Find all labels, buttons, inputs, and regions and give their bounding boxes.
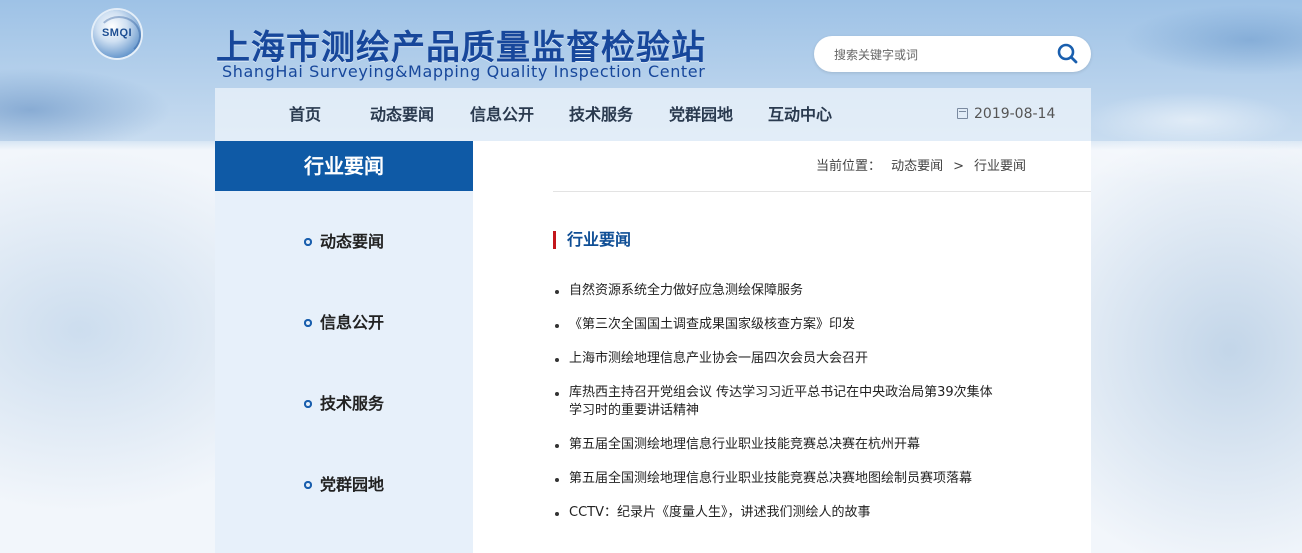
- sidebar-item-label: 党群园地: [320, 475, 385, 494]
- smqi-logo[interactable]: SMQI: [93, 10, 141, 58]
- news-item[interactable]: 《第三次全国国土调查成果国家级核查方案》印发: [555, 316, 995, 334]
- breadcrumb-separator: >: [953, 159, 964, 174]
- logo-text: SMQI: [101, 27, 133, 39]
- news-item[interactable]: 上海市测绘地理信息产业协会一届四次会员大会召开: [555, 350, 995, 368]
- news-item[interactable]: 第五届全国测绘地理信息行业职业技能竞赛总决赛在杭州开幕: [555, 436, 995, 454]
- main-content: 当前位置： 动态要闻 > 行业要闻 行业要闻 自然资源系统全力做好应急测绘保障服务 《…: [473, 141, 1091, 553]
- bullet-icon: [304, 400, 312, 408]
- sidebar-item-news[interactable]: 动态要闻: [215, 227, 473, 257]
- bullet-icon: [304, 238, 312, 246]
- search-input[interactable]: [832, 36, 1051, 74]
- bullet-icon: [304, 481, 312, 489]
- calendar-icon: [957, 108, 968, 119]
- search-box: [814, 36, 1091, 74]
- news-list: 自然资源系统全力做好应急测绘保障服务 《第三次全国国土调查成果国家级核查方案》印…: [555, 282, 995, 522]
- news-item[interactable]: CCTV：纪录片《度量人生》，讲述我们测绘人的故事: [555, 504, 995, 522]
- breadcrumb-link-news[interactable]: 动态要闻: [891, 159, 943, 174]
- search-button[interactable]: [1055, 42, 1081, 66]
- nav-item-info-disclosure[interactable]: 信息公开: [470, 88, 534, 141]
- news-item[interactable]: 自然资源系统全力做好应急测绘保障服务: [555, 282, 995, 300]
- date-text: 2019-08-14: [974, 106, 1056, 122]
- nav-item-party-garden[interactable]: 党群园地: [669, 88, 733, 141]
- nav-item-news[interactable]: 动态要闻: [370, 88, 434, 141]
- sidebar-item-label: 技术服务: [320, 394, 385, 413]
- nav-item-tech-services[interactable]: 技术服务: [569, 88, 633, 141]
- nav-item-interaction[interactable]: 互动中心: [768, 88, 832, 141]
- breadcrumb-current[interactable]: 行业要闻: [974, 159, 1026, 174]
- sidebar-item-tech-services[interactable]: 技术服务: [215, 389, 473, 419]
- sidebar-item-party-garden[interactable]: 党群园地: [215, 470, 473, 500]
- site-subtitle: ShangHai Surveying&Mapping Quality Inspe…: [222, 62, 706, 81]
- breadcrumb: 当前位置： 动态要闻 > 行业要闻: [811, 155, 1031, 174]
- sidebar-item-info-disclosure[interactable]: 信息公开: [215, 308, 473, 338]
- news-item[interactable]: 库热西主持召开党组会议 传达学习习近平总书记在中央政治局第39次集体学习时的重要…: [555, 384, 995, 420]
- nav-item-home[interactable]: 首页: [289, 88, 321, 141]
- section-title: 行业要闻: [553, 231, 631, 249]
- news-item[interactable]: 第五届全国测绘地理信息行业职业技能竞赛总决赛地图绘制员赛项落幕: [555, 470, 995, 488]
- sidebar: 行业要闻 动态要闻 信息公开 技术服务 党群园地: [215, 141, 473, 553]
- sidebar-title: 行业要闻: [215, 141, 473, 191]
- bullet-icon: [304, 319, 312, 327]
- current-date: 2019-08-14: [957, 88, 1055, 141]
- divider: [553, 191, 1091, 192]
- sidebar-item-label: 信息公开: [320, 313, 385, 332]
- search-icon: [1057, 43, 1078, 64]
- sidebar-item-label: 动态要闻: [320, 232, 385, 251]
- breadcrumb-prefix: 当前位置：: [816, 159, 882, 174]
- main-nav: 首页 动态要闻 信息公开 技术服务 党群园地 互动中心 2019-08-14: [215, 88, 1091, 141]
